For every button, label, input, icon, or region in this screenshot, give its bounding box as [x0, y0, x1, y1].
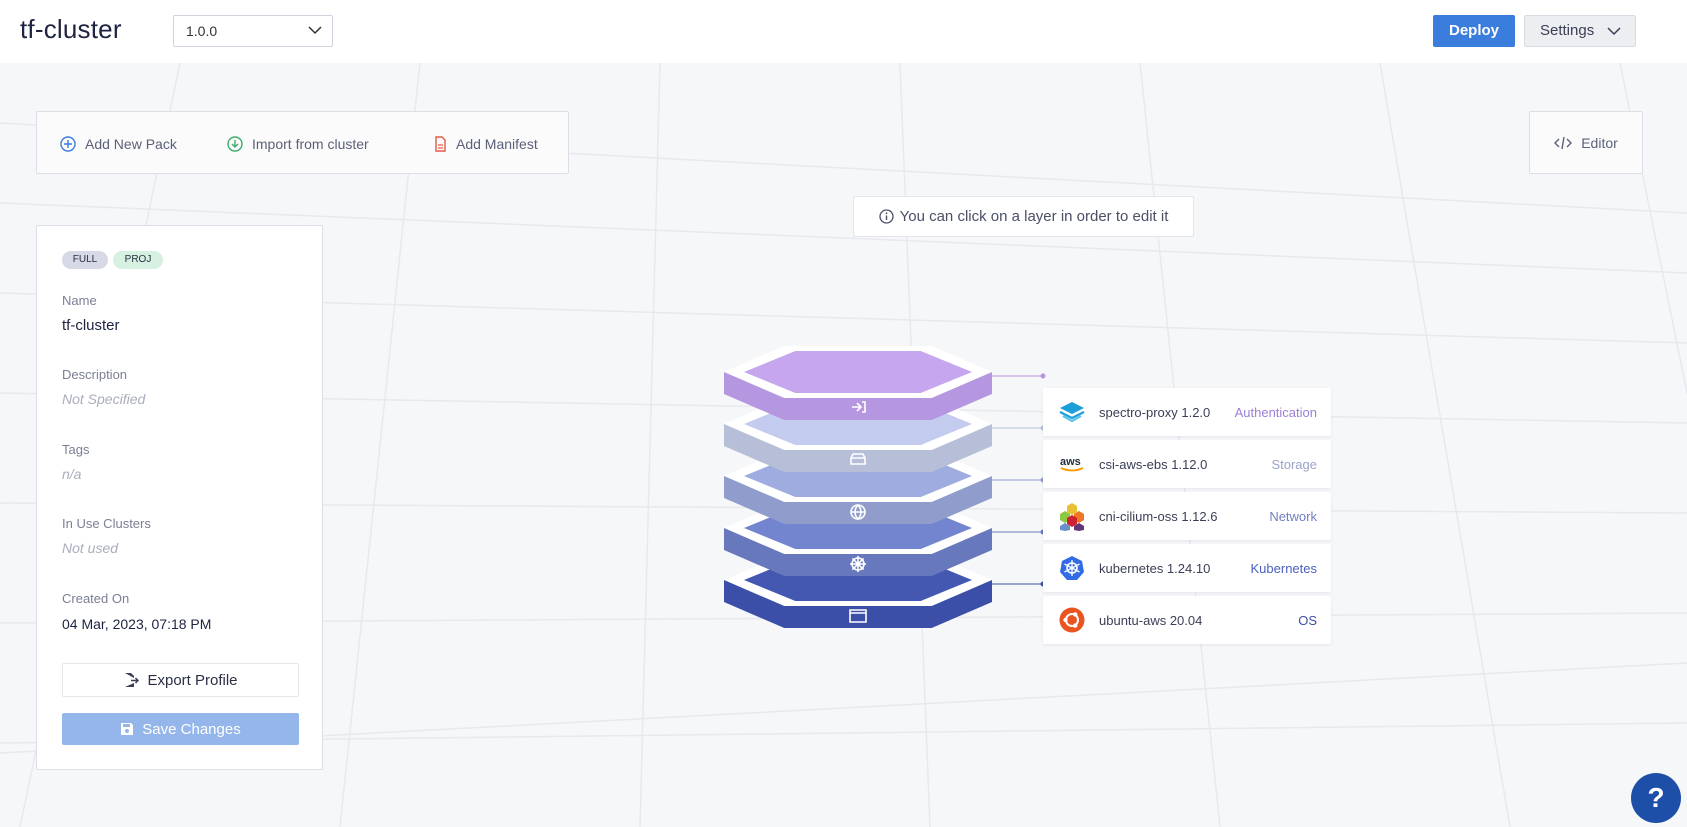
layer-category: Storage [1271, 456, 1317, 472]
save-changes-label: Save Changes [142, 720, 241, 738]
created-on-label: Created On [62, 591, 130, 606]
version-select[interactable]: 1.0.0 [173, 15, 333, 47]
spectro-logo [1057, 397, 1087, 427]
settings-button[interactable]: Settings [1524, 15, 1636, 47]
svg-text:aws: aws [1060, 456, 1081, 468]
add-new-pack-button[interactable]: Add New Pack [60, 134, 177, 154]
chevron-down-icon [308, 26, 322, 35]
layer-category: OS [1298, 612, 1317, 628]
layer-hint-text: You can click on a layer in order to edi… [899, 208, 1169, 225]
help-button[interactable]: ? [1631, 773, 1681, 823]
chevron-down-icon [1607, 27, 1621, 36]
layer-card-network[interactable]: cni-cilium-oss 1.12.6 Network [1043, 492, 1331, 540]
in-use-clusters-value: Not used [62, 540, 119, 556]
page-title: tf-cluster [20, 14, 122, 44]
layer-category: Kubernetes [1250, 560, 1318, 576]
tags-value: n/a [62, 466, 82, 482]
layer-category: Authentication [1234, 404, 1317, 420]
editor-label: Editor [1581, 134, 1618, 151]
download-circle-icon [227, 136, 243, 152]
file-export-icon [125, 673, 140, 687]
full-badge: FULL [62, 251, 108, 269]
settings-button-label: Settings [1540, 22, 1595, 39]
name-value: tf-cluster [62, 317, 120, 334]
name-label: Name [62, 293, 97, 308]
save-changes-button[interactable]: Save Changes [62, 713, 299, 745]
helm-icon [850, 556, 866, 572]
code-icon [1554, 136, 1573, 149]
import-from-cluster-button[interactable]: Import from cluster [227, 134, 369, 154]
tags-label: Tags [62, 442, 90, 457]
layer-category: Network [1269, 508, 1317, 524]
pack-toolbar: Add New Pack Import from cluster Add Man… [36, 111, 569, 174]
plus-circle-icon [60, 136, 76, 152]
ubuntu-logo [1057, 605, 1087, 635]
file-icon [435, 136, 446, 152]
info-icon [878, 209, 894, 224]
stack-layer-authentication[interactable] [724, 346, 1046, 420]
layer-pack-name: csi-aws-ebs 1.12.0 [1099, 456, 1208, 472]
layer-hint: You can click on a layer in order to edi… [853, 196, 1194, 237]
import-from-cluster-label: Import from cluster [252, 136, 369, 152]
layer-card-kubernetes[interactable]: kubernetes 1.24.10 Kubernetes [1043, 544, 1331, 592]
version-select-value: 1.0.0 [186, 23, 218, 39]
created-on-value: 04 Mar, 2023, 07:18 PM [62, 616, 212, 632]
add-manifest-label: Add Manifest [456, 136, 538, 152]
layer-card-authentication[interactable]: spectro-proxy 1.2.0 Authentication [1043, 388, 1331, 436]
top-bar: tf-cluster 1.0.0 Deploy Settings [0, 0, 1687, 63]
export-profile-label: Export Profile [147, 671, 238, 689]
add-manifest-button[interactable]: Add Manifest [433, 134, 538, 154]
aws-logo: aws [1057, 449, 1087, 479]
proj-badge: PROJ [113, 251, 163, 269]
layer-card-os[interactable]: ubuntu-aws 20.04 OS [1043, 596, 1331, 644]
layer-pack-name: cni-cilium-oss 1.12.6 [1099, 508, 1218, 524]
layer-connector-dot [1040, 373, 1046, 379]
layer-pack-name: spectro-proxy 1.2.0 [1099, 404, 1211, 420]
description-label: Description [62, 367, 128, 382]
add-new-pack-label: Add New Pack [85, 136, 177, 152]
save-icon [121, 723, 134, 735]
layer-card-storage[interactable]: aws csi-aws-ebs 1.12.0 Storage [1043, 440, 1331, 488]
deploy-button[interactable]: Deploy [1433, 15, 1515, 47]
description-value: Not Specified [62, 391, 146, 407]
layer-pack-name: kubernetes 1.24.10 [1099, 560, 1211, 576]
layer-pack-name: ubuntu-aws 20.04 [1099, 612, 1203, 628]
editor-button[interactable]: Editor [1529, 111, 1643, 174]
export-profile-button[interactable]: Export Profile [62, 663, 299, 697]
kubernetes-logo [1057, 553, 1087, 583]
cilium-logo [1057, 501, 1087, 531]
profile-details-panel: FULL PROJ Name tf-cluster Description No… [36, 225, 323, 770]
in-use-clusters-label: In Use Clusters [62, 516, 151, 531]
